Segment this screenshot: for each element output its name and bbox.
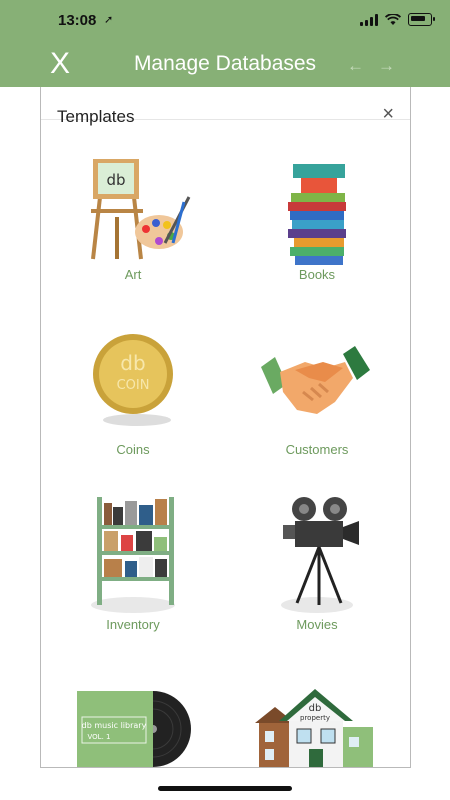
template-label: Coins (116, 442, 150, 457)
status-icons (360, 13, 435, 26)
coin-text-bottom: COIN (117, 378, 150, 393)
modal-title: Templates (57, 107, 135, 126)
template-music[interactable]: db music library VOL. 1 (41, 687, 225, 767)
signal-icon (360, 13, 378, 26)
vinyl-record-icon: db music library VOL. 1 (41, 687, 225, 767)
easel-palette-icon: db (41, 147, 225, 267)
nav-arrows: ← → (347, 56, 395, 76)
template-movies[interactable]: Movies (225, 497, 409, 632)
template-label: Customers (285, 442, 349, 457)
top-bar: 13:08 ➚ X Manage Databases ← → (0, 0, 450, 87)
template-books[interactable]: Books (225, 147, 409, 282)
home-indicator[interactable] (158, 786, 292, 791)
modal-close-button[interactable]: × (382, 104, 394, 124)
handshake-icon (225, 322, 409, 442)
templates-modal: Templates × db Art Books db COIN Coins C… (40, 87, 411, 768)
template-customers[interactable]: Customers (225, 322, 409, 457)
coin-icon: db COIN (41, 322, 225, 442)
template-art[interactable]: db Art (41, 147, 225, 282)
wifi-icon (385, 13, 401, 25)
status-time: 13:08 (58, 12, 97, 29)
forward-arrow-icon[interactable]: → (378, 56, 395, 76)
house-icon: db property (225, 687, 409, 767)
location-arrow-icon: ➚ (104, 14, 114, 26)
house-text-bottom: property (300, 714, 330, 722)
book-stack-icon (225, 147, 409, 267)
template-label: Inventory (106, 617, 160, 632)
template-coins[interactable]: db COIN Coins (41, 322, 225, 457)
template-property[interactable]: db property (225, 687, 409, 767)
back-arrow-icon[interactable]: ← (347, 56, 364, 76)
battery-icon (408, 13, 435, 26)
house-text-top: db (309, 703, 322, 714)
album-vol: VOL. 1 (88, 733, 111, 741)
shelves-icon (41, 497, 225, 617)
template-inventory[interactable]: Inventory (41, 497, 225, 632)
template-label: Movies (296, 617, 338, 632)
template-label: Art (124, 267, 142, 282)
movie-camera-icon (225, 497, 409, 617)
template-label: Books (298, 267, 336, 282)
easel-text: db (106, 171, 125, 189)
coin-text-top: db (120, 351, 145, 375)
album-title: db music library (82, 721, 147, 730)
